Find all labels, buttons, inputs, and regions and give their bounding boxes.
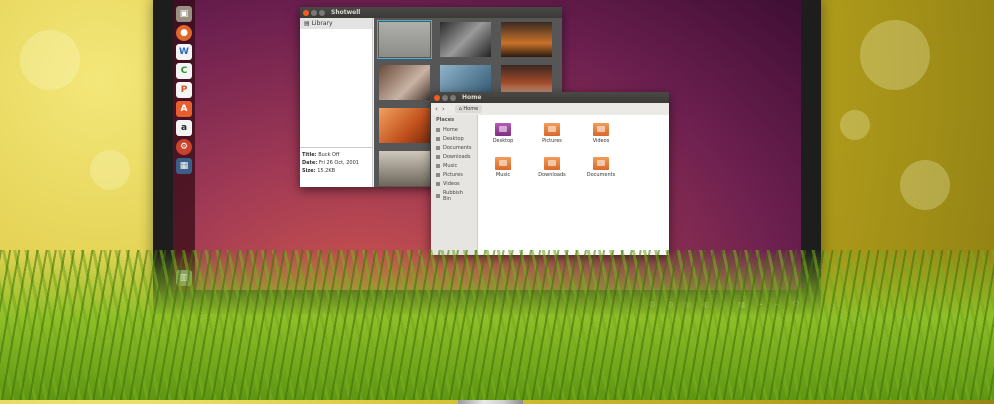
folder-label: Pictures bbox=[542, 138, 562, 144]
folder-label: Downloads bbox=[538, 172, 566, 178]
firefox-icon[interactable]: ● bbox=[176, 25, 192, 41]
sidebar-item-label: Downloads bbox=[443, 153, 471, 160]
folder-music[interactable]: Music bbox=[483, 157, 523, 178]
minimize-icon[interactable] bbox=[311, 9, 317, 16]
bokeh-light bbox=[840, 110, 870, 140]
folder-icon bbox=[593, 123, 609, 136]
bokeh-light bbox=[90, 150, 130, 190]
sidebar-item-label: Videos bbox=[443, 180, 460, 187]
photo-metadata: Title: Buck Off Date: Fri 26 Oct, 2001 S… bbox=[300, 147, 372, 175]
desktop-screen: ▣ ● W C P A a ⚙ ▦ ▥ Shotwell ▤ Library T… bbox=[173, 0, 801, 290]
music-icon bbox=[436, 163, 440, 168]
library-label: Library bbox=[311, 20, 333, 27]
sidebar-item-videos[interactable]: Videos bbox=[431, 179, 477, 188]
sidebar-item-library[interactable]: ▤ Library bbox=[300, 18, 372, 29]
meta-value: Fri 26 Oct, 2001 bbox=[318, 160, 359, 166]
files-titlebar[interactable]: Home bbox=[431, 92, 669, 103]
sidebar-item-rubbish-bin[interactable]: Rubbish Bin bbox=[431, 188, 477, 203]
calc-icon[interactable]: C bbox=[176, 63, 192, 79]
close-icon[interactable] bbox=[303, 9, 309, 16]
impress-icon[interactable]: P bbox=[176, 82, 192, 98]
folder-icon bbox=[544, 123, 560, 136]
sidebar-item-label: Home bbox=[443, 126, 458, 133]
photo-thumbnail[interactable] bbox=[440, 22, 491, 57]
folder-icon bbox=[495, 123, 511, 136]
unity-launcher: ▣ ● W C P A a ⚙ ▦ ▥ bbox=[173, 0, 195, 290]
pictures-icon bbox=[436, 172, 440, 177]
sidebar-item-label: Music bbox=[443, 162, 458, 169]
minimize-icon[interactable] bbox=[442, 94, 448, 101]
meta-key: Date: bbox=[302, 160, 318, 166]
documents-icon bbox=[436, 145, 440, 150]
folder-label: Videos bbox=[592, 138, 610, 144]
photo-thumbnail[interactable] bbox=[379, 108, 430, 143]
meta-key: Title: bbox=[302, 152, 317, 158]
sidebar-item-desktop[interactable]: Desktop bbox=[431, 134, 477, 143]
meta-value: 15.2KB bbox=[317, 168, 336, 174]
sidebar-item-label: Pictures bbox=[443, 171, 463, 178]
folder-documents[interactable]: Documents bbox=[581, 157, 621, 178]
desktop-icon bbox=[436, 136, 440, 141]
files-view: Desktop Pictures Videos Music Downloads … bbox=[478, 115, 669, 255]
trash-icon bbox=[436, 193, 440, 198]
folder-videos[interactable]: Videos bbox=[581, 123, 621, 144]
folder-desktop[interactable]: Desktop bbox=[483, 123, 523, 144]
maximize-icon[interactable] bbox=[450, 94, 456, 101]
sidebar-item-label: Desktop bbox=[443, 135, 464, 142]
workspaces-icon[interactable]: ▦ bbox=[176, 158, 192, 174]
sidebar-item-downloads[interactable]: Downloads bbox=[431, 152, 477, 161]
places-header: Places bbox=[436, 117, 455, 123]
sidebar-item-music[interactable]: Music bbox=[431, 161, 477, 170]
window-title: Shotwell bbox=[331, 9, 361, 16]
photo-thumbnail[interactable] bbox=[379, 65, 430, 100]
folder-icon bbox=[544, 157, 560, 170]
bokeh-light bbox=[20, 30, 80, 90]
meta-row: Title: Buck Off bbox=[300, 151, 372, 159]
settings-icon[interactable]: ⚙ bbox=[176, 139, 192, 155]
photo-thumbnail[interactable] bbox=[379, 151, 430, 186]
videos-icon bbox=[436, 181, 440, 186]
sidebar-item-label: Documents bbox=[443, 144, 472, 151]
sidebar-item-documents[interactable]: Documents bbox=[431, 143, 477, 152]
maximize-icon[interactable] bbox=[319, 9, 325, 16]
photo-thumbnail[interactable] bbox=[377, 20, 432, 59]
downloads-icon bbox=[436, 154, 440, 159]
places-sidebar: Places Home Desktop Documents Downloads … bbox=[431, 115, 478, 255]
folder-label: Music bbox=[495, 172, 511, 178]
folder-icon bbox=[593, 157, 609, 170]
meta-key: Size: bbox=[302, 168, 316, 174]
writer-icon[interactable]: W bbox=[176, 44, 192, 60]
grass-foreground bbox=[0, 250, 994, 400]
bokeh-light bbox=[860, 20, 930, 90]
breadcrumb[interactable]: ⌂ Home bbox=[454, 105, 483, 113]
close-icon[interactable] bbox=[434, 94, 440, 101]
folder-label: Desktop bbox=[492, 138, 514, 144]
files-window: Home ‹ › ⌂ Home Places Home Desktop Docu… bbox=[431, 92, 669, 255]
files-icon[interactable]: ▣ bbox=[176, 6, 192, 22]
folder-icon bbox=[495, 157, 511, 170]
folder-label: Documents bbox=[586, 172, 616, 178]
sidebar-item-pictures[interactable]: Pictures bbox=[431, 170, 477, 179]
amazon-icon[interactable]: a bbox=[176, 120, 192, 136]
sidebar-item-label: Rubbish Bin bbox=[442, 189, 463, 202]
shotwell-titlebar[interactable]: Shotwell bbox=[300, 7, 562, 18]
software-center-icon[interactable]: A bbox=[176, 101, 192, 117]
meta-row: Date: Fri 26 Oct, 2001 bbox=[300, 159, 372, 167]
bokeh-light bbox=[900, 160, 950, 210]
window-title: Home bbox=[462, 94, 482, 101]
home-icon bbox=[436, 127, 440, 132]
shotwell-sidebar: ▤ Library Title: Buck Off Date: Fri 26 O… bbox=[300, 18, 373, 187]
forward-arrow-icon[interactable]: › bbox=[442, 105, 445, 113]
photo-thumbnail[interactable] bbox=[501, 22, 552, 57]
meta-row: Size: 15.2KB bbox=[300, 167, 372, 175]
folder-downloads[interactable]: Downloads bbox=[532, 157, 572, 178]
folder-pictures[interactable]: Pictures bbox=[532, 123, 572, 144]
meta-value: Buck Off bbox=[318, 152, 340, 158]
breadcrumb-label: Home bbox=[463, 106, 479, 112]
sidebar-item-home[interactable]: Home bbox=[431, 125, 477, 134]
back-arrow-icon[interactable]: ‹ bbox=[435, 105, 438, 113]
